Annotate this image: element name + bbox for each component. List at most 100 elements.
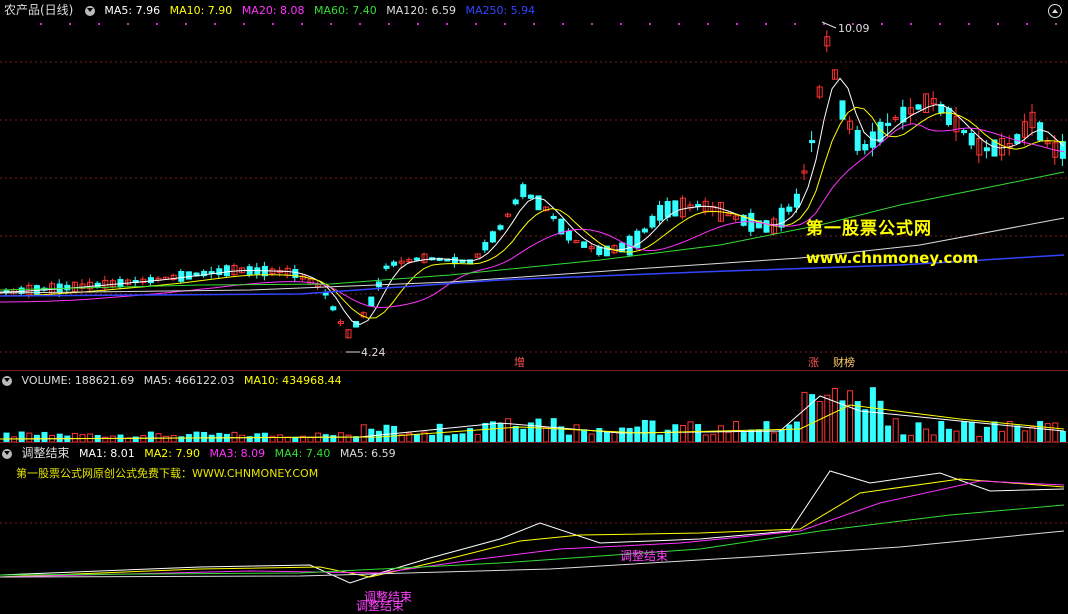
volume-bar bbox=[854, 401, 861, 443]
volume-bar bbox=[717, 425, 724, 443]
volume-bar bbox=[930, 434, 937, 443]
candle-body bbox=[809, 140, 816, 144]
volume-bar bbox=[634, 426, 641, 443]
top-marker bbox=[156, 23, 158, 25]
candle-body bbox=[854, 129, 861, 151]
indicator-title: 调整结束 bbox=[21, 446, 70, 460]
ind-ma4-value: MA4: 7.40 bbox=[274, 447, 331, 460]
candle-body bbox=[497, 225, 504, 230]
top-marker bbox=[243, 23, 245, 25]
candle-body bbox=[672, 200, 679, 217]
candle-body bbox=[983, 147, 990, 152]
candle-body bbox=[223, 265, 230, 277]
volume-bar bbox=[793, 421, 800, 443]
volume-bar bbox=[900, 434, 907, 443]
candle-body bbox=[178, 270, 185, 282]
chevron-down-icon[interactable] bbox=[2, 376, 12, 386]
volume-bar bbox=[953, 430, 960, 443]
candle-body bbox=[117, 279, 124, 287]
volume-bar bbox=[657, 434, 664, 443]
candle-body bbox=[862, 144, 869, 151]
volume-bar bbox=[535, 418, 542, 443]
price-chart-panel[interactable]: 农产品(日线) MA5: 7.96 MA10: 7.90 MA20: 8.08 … bbox=[0, 0, 1068, 370]
ind-ma5-value: MA5: 6.59 bbox=[339, 447, 396, 460]
chevron-down-icon[interactable] bbox=[2, 449, 12, 459]
volume-bar bbox=[1014, 425, 1021, 443]
volume-panel[interactable]: VOLUME: 188621.69 MA5: 466122.03 MA10: 4… bbox=[0, 370, 1068, 443]
candle-body bbox=[778, 207, 785, 228]
volume-bar bbox=[147, 431, 154, 443]
volume-bar bbox=[649, 420, 656, 443]
volume-bar bbox=[413, 434, 420, 443]
signal-label-3: 调整结束 bbox=[356, 599, 405, 613]
volume-bar bbox=[1029, 426, 1036, 443]
volume-bar bbox=[611, 431, 618, 443]
volume-bar bbox=[1006, 420, 1013, 443]
candle-body bbox=[451, 257, 458, 265]
volume-bar bbox=[983, 426, 990, 443]
top-marker bbox=[997, 23, 999, 25]
volume-value: VOLUME: 188621.69 bbox=[21, 374, 135, 387]
volume-bar bbox=[451, 434, 458, 443]
volume-bar bbox=[71, 432, 78, 443]
volume-bar bbox=[360, 424, 367, 443]
event-tag-zhang[interactable]: 涨 bbox=[808, 354, 819, 370]
candle-body bbox=[565, 230, 572, 241]
volume-ma10-value: MA10: 434968.44 bbox=[243, 374, 342, 387]
collapse-icon[interactable] bbox=[1048, 4, 1062, 18]
volume-bar bbox=[824, 394, 831, 443]
candle-body bbox=[945, 107, 952, 126]
volume-bar bbox=[839, 400, 846, 443]
low-price-label: 4.24 bbox=[361, 346, 386, 359]
ind-ma1-value: MA1: 8.01 bbox=[79, 447, 135, 460]
stock-title: 农产品(日线) bbox=[4, 3, 74, 17]
candle-body bbox=[391, 261, 398, 266]
top-marker bbox=[591, 23, 593, 25]
volume-bar bbox=[702, 434, 709, 443]
volume-bar bbox=[1021, 430, 1028, 443]
price-chart[interactable] bbox=[0, 0, 1068, 370]
top-marker bbox=[98, 23, 100, 25]
volume-bar bbox=[1059, 430, 1066, 443]
candle-body bbox=[786, 206, 793, 212]
ma20-value: MA20: 8.08 bbox=[241, 4, 305, 17]
indicator-panel[interactable]: 调整结束 MA1: 8.01 MA2: 7.90 MA3: 8.09 MA4: … bbox=[0, 442, 1068, 614]
candle-body bbox=[915, 104, 922, 110]
top-marker bbox=[214, 23, 216, 25]
ind-ma1-line bbox=[0, 470, 1065, 584]
volume-bar bbox=[474, 433, 481, 443]
candle-body bbox=[322, 292, 329, 296]
top-marker bbox=[272, 23, 274, 25]
ma5-value: MA5: 7.96 bbox=[104, 4, 161, 17]
volume-bar bbox=[892, 418, 899, 443]
volume-bar bbox=[512, 425, 519, 443]
volume-bar bbox=[778, 429, 785, 443]
volume-bar bbox=[786, 424, 793, 443]
chevron-down-icon[interactable] bbox=[84, 6, 95, 16]
volume-bar bbox=[763, 421, 770, 443]
volume-bar bbox=[923, 428, 930, 443]
candle-body bbox=[596, 246, 603, 255]
indicator-note: 第一股票公式网原创公式免费下载：WWW.CHNMONEY.COM bbox=[16, 467, 319, 480]
top-marker bbox=[417, 23, 419, 25]
volume-bar bbox=[208, 434, 215, 443]
volume-bar bbox=[201, 431, 208, 443]
top-marker bbox=[649, 23, 651, 25]
volume-bar bbox=[345, 434, 352, 443]
top-marker bbox=[1026, 23, 1028, 25]
volume-bar bbox=[672, 424, 679, 443]
signal-label-1: 调整结束 bbox=[620, 549, 669, 563]
ma10-value: MA10: 7.90 bbox=[169, 4, 233, 17]
watermark-url: www.chnmoney.com bbox=[806, 249, 979, 267]
candle-body bbox=[216, 268, 223, 276]
candle-body bbox=[641, 228, 648, 233]
event-tag-caibang[interactable]: 财榜 bbox=[833, 354, 855, 370]
top-marker bbox=[40, 23, 42, 25]
top-marker bbox=[446, 23, 448, 25]
volume-bar bbox=[543, 426, 550, 443]
volume-bar bbox=[429, 434, 436, 443]
event-tag-zeng[interactable]: 增 bbox=[514, 354, 525, 370]
candle-body bbox=[1014, 134, 1021, 144]
volume-bar bbox=[771, 432, 778, 443]
volume-bar bbox=[565, 434, 572, 443]
